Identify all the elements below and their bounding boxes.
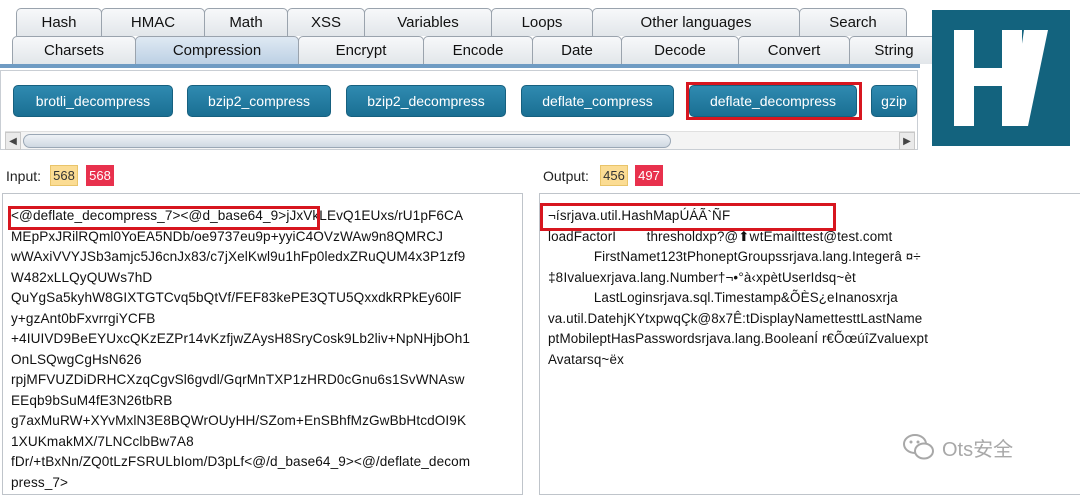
watermark-text: Ots安全: [942, 433, 1013, 462]
input-count-badge: 568: [50, 165, 78, 186]
output-count-badge-red: 497: [635, 165, 663, 186]
input-count-badge-red: 568: [86, 165, 114, 186]
input-lines-line: fDr/+tBxNn/ZQ0tLzFSRULbIom/D3pLf<@/d_bas…: [11, 454, 518, 475]
input-lines-line: MEpPxJRilRQml0YoEA5NDb/oe9737eu9p+yyiC4O…: [11, 229, 518, 250]
input-lines-line: wWAxiVVYJSb3amjc5J6cnJx83/c7jXelKwl9u1hF…: [11, 249, 518, 270]
tab-variables[interactable]: Variables: [364, 8, 492, 36]
output-lines-line: LastLoginsrjava.sql.Timestamp&ÕÈS¿e…: [548, 290, 1076, 311]
tab-encode[interactable]: Encode: [423, 36, 533, 64]
hv-logo-icon: [932, 10, 1070, 146]
scroll-thumb[interactable]: [23, 134, 671, 148]
deflate-decompress-highlight: [686, 82, 862, 120]
tab-hash[interactable]: Hash: [16, 8, 102, 36]
watermark: Ots安全: [902, 432, 1013, 462]
tab-date[interactable]: Date: [532, 36, 622, 64]
output-lines-line: FirstNamet123tPhoneptGroupssrjava.la…: [548, 249, 1076, 270]
tab-hmac[interactable]: HMAC: [101, 8, 205, 36]
output-label: Output:: [543, 168, 589, 184]
tab-string[interactable]: String: [849, 36, 939, 64]
output-lines-line: Avatarsq~ëx: [548, 352, 1076, 373]
tab-row-2: Charsets Compression Encrypt Encode Date Deco…: [12, 36, 938, 64]
scroll-left-arrow-icon[interactable]: ◀: [5, 132, 21, 150]
tab-underline: [0, 64, 920, 68]
output-lines-line: ‡8Ivaluexrjava.lang.Number†¬•°à‹…: [548, 270, 1076, 291]
output-count-badge: 456: [600, 165, 628, 186]
input-lines-line: rpjMFVUZDiDRHCXzqCgvSl6gvdl/GqrMnTXP1zHR…: [11, 372, 518, 393]
deflate-compress-button[interactable]: deflate_compress: [521, 85, 674, 117]
input-lines-line: W482xLLQyQUWs7hD: [11, 270, 518, 291]
input-lines-line: +4IUIVD9BeEYUxcQKzEZPr14vKzfjwZAysH8SryC…: [11, 331, 518, 352]
tab-loops[interactable]: Loops: [491, 8, 593, 36]
input-lines-line: 1XUKmakMX/7LNCclbBw7A8: [11, 434, 518, 455]
input-lines-line: OnLSQwgCgHsN626: [11, 352, 518, 373]
tab-decode[interactable]: Decode: [621, 36, 739, 64]
input-lines-line: press_7>: [11, 475, 518, 495]
tab-row-1: Hash HMAC Math XSS Variables Loops Other langu…: [16, 8, 906, 36]
tab-search[interactable]: Search: [799, 8, 907, 36]
brotli-decompress-button[interactable]: brotli_decompress: [13, 85, 173, 117]
input-textarea[interactable]: <@deflate_decompress_7><@d_base64_9>jJxV…: [2, 193, 523, 495]
tab-math[interactable]: Math: [204, 8, 288, 36]
output-lines-line: loadFactorI thresholdxp?@⬆wtEmailtt…: [548, 229, 1076, 250]
input-lines-line: y+gzAnt0bFxvrrgiYCFB: [11, 311, 518, 332]
tab-other-languages[interactable]: Other languages: [592, 8, 800, 36]
wechat-icon: [902, 432, 936, 462]
scroll-right-arrow-icon[interactable]: ▶: [899, 132, 915, 150]
bzip2-decompress-button[interactable]: bzip2_decompress: [346, 85, 506, 117]
input-lines-line: EEqb9bSuM4fE3N26tbRB: [11, 393, 518, 414]
hv-logo: [932, 10, 1070, 146]
input-lines-line: QuYgSa5kyhW8GIXTGTCvq5bQtVf/FEF83kePE3QT…: [11, 290, 518, 311]
horizontal-scrollbar[interactable]: ◀ ▶: [5, 131, 915, 149]
gzip-button[interactable]: gzip: [871, 85, 917, 117]
output-hashmap-highlight: [540, 203, 836, 231]
output-lines-line: ptMobileptHasPasswordsrjava.lang.Bool…: [548, 331, 1076, 352]
tab-strip: Hash HMAC Math XSS Variables Loops Other langu…: [0, 0, 920, 68]
input-label: Input:: [6, 168, 41, 184]
tab-encrypt[interactable]: Encrypt: [298, 36, 424, 64]
input-tag-highlight: [8, 206, 320, 230]
input-lines-line: g7axMuRW+XYvMxlN3E8BQWrOUyHH/SZom+EnSBhf…: [11, 413, 518, 434]
bzip2-compress-button[interactable]: bzip2_compress: [187, 85, 331, 117]
tab-convert[interactable]: Convert: [738, 36, 850, 64]
tab-charsets[interactable]: Charsets: [12, 36, 136, 64]
tab-compression[interactable]: Compression: [135, 36, 299, 64]
tab-xss[interactable]: XSS: [287, 8, 365, 36]
output-lines-line: va.util.DatehjKYtxpwqÇk@8x7Ê:tDis…: [548, 311, 1076, 332]
